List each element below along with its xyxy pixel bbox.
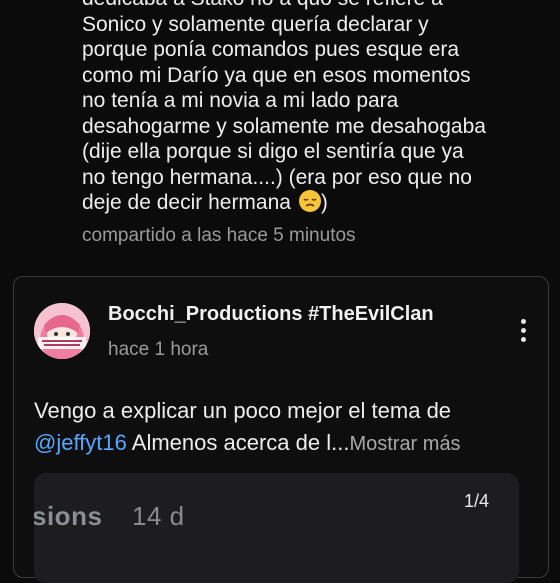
comment-line: no tengo hermana....) (era por eso que n…: [82, 165, 472, 189]
comment-line: desahogarme y solamente me desahogaba: [82, 114, 486, 138]
image-text: sions: [34, 501, 103, 531]
shared-timestamp: compartido a las hace 5 minutos: [82, 225, 356, 246]
mention-link[interactable]: @jeffyt16: [34, 430, 127, 455]
post-text: Vengo a explicar un poco mejor el tema d…: [34, 395, 534, 460]
comment-line: dedicaba a Stako no a quo se refiere a: [82, 0, 552, 12]
kebab-menu-icon[interactable]: [516, 319, 530, 347]
post-text-line: Vengo a explicar un poco mejor el tema d…: [34, 398, 452, 423]
post-time: hace 1 hora: [108, 339, 209, 360]
post-image-carousel[interactable]: sions 14 d 1/4: [34, 473, 519, 583]
disappointed-face-icon: [298, 190, 321, 212]
image-text: 14 d: [132, 501, 185, 531]
comment-line: como mi Darío ya que en esos momentos: [82, 63, 471, 87]
post-text-line: @jeffyt16 Almenos acerca de l...Mostrar …: [34, 427, 534, 460]
comment-line: no tenía a mi novia a mi lado para: [82, 89, 399, 112]
comment-line: Sonico y solamente quería declarar y: [82, 12, 429, 36]
comment-line-last: deje de decir hermana ): [82, 190, 552, 216]
comment-line-text: deje de decir hermana: [82, 191, 291, 214]
closing-paren: ): [320, 191, 328, 214]
image-counter: 1/4: [463, 491, 489, 511]
post-text-fragment: Almenos acerca de l...: [126, 430, 350, 455]
comment-line: porque ponía comandos pues esque era: [82, 38, 460, 61]
author-avatar[interactable]: [34, 303, 90, 359]
previous-comment-body: dedicaba a Stako no a quo se refiere a S…: [82, 0, 552, 216]
author-name[interactable]: Bocchi_Productions #TheEvilClan: [108, 303, 434, 326]
show-more-link[interactable]: Mostrar más: [349, 433, 460, 455]
community-post-card[interactable]: Bocchi_Productions #TheEvilClan hace 1 h…: [13, 276, 549, 583]
comment-line: (dije ella porque si digo el sentiría qu…: [82, 140, 464, 163]
